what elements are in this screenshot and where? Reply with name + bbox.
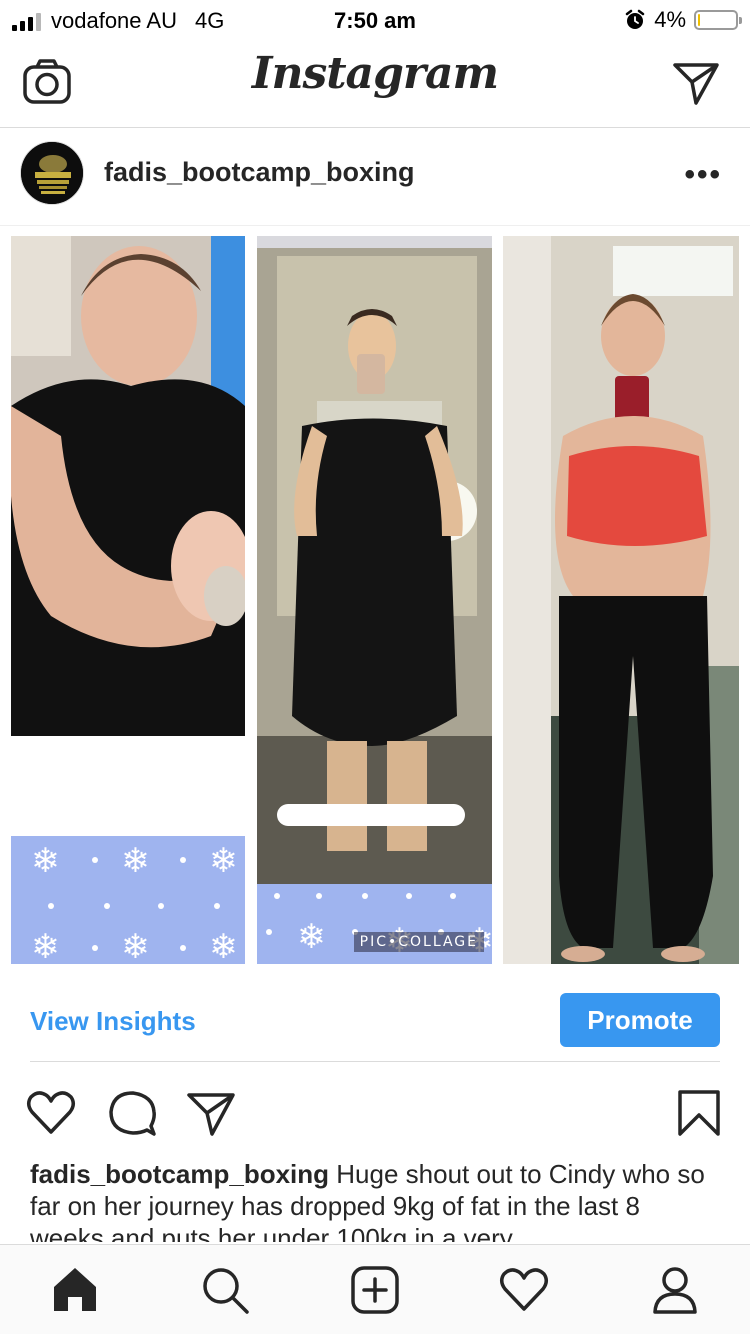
carrier-label: vodafone AU <box>51 8 177 33</box>
battery-percent: 4% <box>654 7 686 32</box>
svg-text:❄: ❄ <box>121 927 150 964</box>
profile-icon[interactable] <box>650 1265 700 1315</box>
alarm-clock-icon <box>625 9 645 29</box>
status-right: 4% <box>624 7 742 33</box>
home-icon[interactable] <box>50 1265 100 1315</box>
more-options-button[interactable]: ••• <box>684 158 722 192</box>
share-paper-plane-icon[interactable] <box>186 1088 236 1138</box>
insights-row: View Insights Promote <box>30 990 720 1062</box>
avatar-logo-image <box>21 142 83 204</box>
view-insights-link[interactable]: View Insights <box>30 1006 196 1037</box>
status-bar: vodafone AU 4G 7:50 am 4% <box>0 0 750 40</box>
bookmark-icon[interactable] <box>674 1088 724 1138</box>
svg-text:❄: ❄ <box>31 927 60 964</box>
status-left: vodafone AU 4G <box>12 8 224 34</box>
app-logo-title: Instagram <box>251 48 499 99</box>
activity-heart-icon[interactable] <box>499 1265 549 1315</box>
svg-text:❄: ❄ <box>31 841 60 881</box>
app-header: Instagram <box>0 40 750 128</box>
post-header: fadis_bootcamp_boxing ••• <box>0 130 750 226</box>
svg-text:❄: ❄ <box>209 927 238 964</box>
svg-text:❄: ❄ <box>121 841 150 881</box>
collage-photo-2: ❄❄❄ PIC•COLLAGE <box>257 236 492 964</box>
search-icon[interactable] <box>200 1265 250 1315</box>
collage-photo-1: ❄ ❄ ❄ ❄ ❄ ❄ <box>11 236 245 964</box>
add-post-icon[interactable] <box>350 1265 400 1315</box>
collage-photo-3 <box>503 236 739 964</box>
signal-strength-icon <box>12 11 41 31</box>
svg-text:❄: ❄ <box>209 841 238 881</box>
network-label: 4G <box>194 8 225 33</box>
bottom-nav <box>0 1244 750 1334</box>
promote-button[interactable]: Promote <box>560 993 720 1047</box>
battery-level <box>698 14 700 26</box>
pic-collage-watermark: PIC•COLLAGE <box>353 932 484 952</box>
svg-text:❄: ❄ <box>297 917 326 957</box>
paper-plane-icon[interactable] <box>672 60 720 106</box>
post-action-bar <box>0 1080 750 1150</box>
battery-icon <box>694 10 742 30</box>
profile-avatar[interactable] <box>20 141 84 205</box>
caption-username[interactable]: fadis_bootcamp_boxing <box>30 1159 329 1189</box>
post-username[interactable]: fadis_bootcamp_boxing <box>104 157 415 188</box>
post-image-collage[interactable]: ❄ ❄ ❄ ❄ ❄ ❄ ❄ PIC•COLLAGE <box>0 226 750 978</box>
post-caption: fadis_bootcamp_boxing Huge shout out to … <box>30 1158 710 1242</box>
heart-icon[interactable] <box>26 1088 76 1138</box>
comment-icon[interactable] <box>107 1088 157 1138</box>
